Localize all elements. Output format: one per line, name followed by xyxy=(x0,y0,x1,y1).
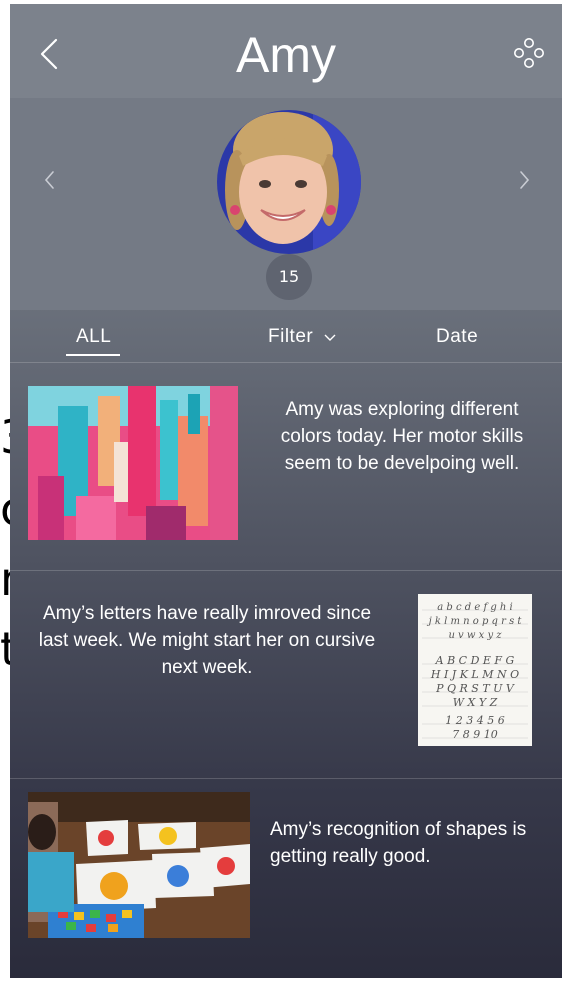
profile-band: 15 xyxy=(10,98,562,310)
entry-note: Amy’s recognition of shapes is getting r… xyxy=(270,819,527,867)
worksheet-line: A B C D E F G xyxy=(435,654,515,667)
child-portrait-icon xyxy=(217,110,361,254)
page-title: Amy xyxy=(236,27,336,83)
chevron-right-icon[interactable] xyxy=(516,168,532,192)
list-item[interactable]: Amy’s recognition of shapes is getting r… xyxy=(10,792,562,952)
filter-bar: ALL Filter Date xyxy=(10,310,562,366)
chevron-left-icon[interactable] xyxy=(42,168,58,192)
tab-filter-label: Filter xyxy=(268,326,314,347)
worksheet-line: P Q R S T U V xyxy=(435,682,515,695)
list-item[interactable]: Amy was exploring different colors today… xyxy=(10,384,562,570)
entry-count-badge: 15 xyxy=(266,254,312,300)
worksheet-line: j k l m n o p q r s t xyxy=(427,616,523,627)
divider xyxy=(10,362,562,363)
list-item[interactable]: Amy’s letters have really imroved since … xyxy=(10,590,562,776)
chevron-down-icon xyxy=(324,334,336,341)
tab-filter[interactable]: Filter xyxy=(268,326,337,348)
abstract-painting-image xyxy=(28,386,238,540)
tab-date[interactable]: Date xyxy=(436,326,478,348)
tab-all[interactable]: ALL xyxy=(76,326,111,348)
worksheet-line: u v w x y z xyxy=(448,630,502,641)
entry-note: Amy’s letters have really imroved since … xyxy=(38,603,376,678)
divider xyxy=(10,778,562,779)
dots-cluster-icon[interactable] xyxy=(512,36,546,70)
header-bar: Amy xyxy=(10,4,562,98)
pattern-blocks-photo-image xyxy=(28,792,250,938)
tab-all-underline xyxy=(66,354,120,356)
handwriting-worksheet-image: a b c d e f g h i j k l m n o p q r s t … xyxy=(418,594,532,746)
worksheet-line: 7 8 9 10 xyxy=(452,728,497,741)
entry-note: Amy was exploring different colors today… xyxy=(280,399,524,474)
app-screen: Amy 15 ALL Filter Date Amy was exploring… xyxy=(10,4,562,978)
worksheet-line: 1 2 3 4 5 6 xyxy=(445,714,504,727)
divider xyxy=(10,570,562,571)
worksheet-line: W X Y Z xyxy=(453,696,498,709)
worksheet-line: a b c d e f g h i xyxy=(437,602,512,613)
avatar[interactable] xyxy=(217,110,361,254)
worksheet-line: H I J K L M N O xyxy=(430,668,519,681)
